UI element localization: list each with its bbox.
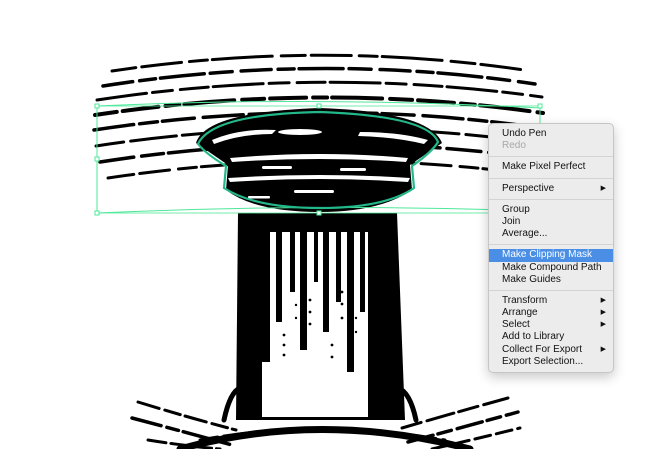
menu-item-make-pixel-perfect[interactable]: Make Pixel Perfect [489,161,613,173]
handle-bottom-middle[interactable] [316,210,322,216]
menu-item-undo-pen[interactable]: Undo Pen [489,128,613,140]
submenu-arrow-icon: ▶ [600,321,606,329]
menu-item-arrange[interactable]: Arrange ▶ [489,307,613,319]
menu-item-redo: Redo [502,140,526,152]
handle-bottom-left[interactable] [94,210,100,216]
handle-top-left[interactable] [94,103,100,109]
menu-separator [489,156,613,158]
menu-item-join[interactable]: Join [489,216,613,228]
menu-separator [489,289,613,291]
submenu-arrow-icon: ▶ [600,309,606,317]
menu-item-make-clipping-mask[interactable]: Make Clipping Mask [489,249,613,262]
menu-item-average[interactable]: Average... [489,228,613,240]
menu-item-perspective[interactable]: Perspective ▶ [489,183,613,195]
menu-item-add-to-library[interactable]: Add to Library [489,331,613,343]
column-shaft [236,213,405,420]
context-menu: Undo Pen Redo Make Pixel Perfect Perspec… [488,123,614,373]
handle-top-middle[interactable] [316,103,322,109]
menu-separator [489,198,613,200]
menu-item-export-selection[interactable]: Export Selection... [489,356,613,368]
menu-item-collect-for-export[interactable]: Collect For Export ▶ [489,344,613,356]
submenu-arrow-icon: ▶ [600,345,606,353]
menu-item-make-compound-path[interactable]: Make Compound Path [489,262,613,274]
menu-item-make-guides[interactable]: Make Guides [489,274,613,286]
handle-top-right[interactable] [537,103,543,109]
handle-middle-left[interactable] [94,156,100,162]
submenu-arrow-icon: ▶ [600,184,606,192]
menu-item-group[interactable]: Group [489,204,613,216]
column-capital [196,108,442,212]
menu-separator [489,244,613,246]
menu-separator [489,177,613,179]
submenu-arrow-icon: ▶ [600,296,606,304]
menu-item-select[interactable]: Select ▶ [489,319,613,331]
menu-item-transform[interactable]: Transform ▶ [489,295,613,307]
